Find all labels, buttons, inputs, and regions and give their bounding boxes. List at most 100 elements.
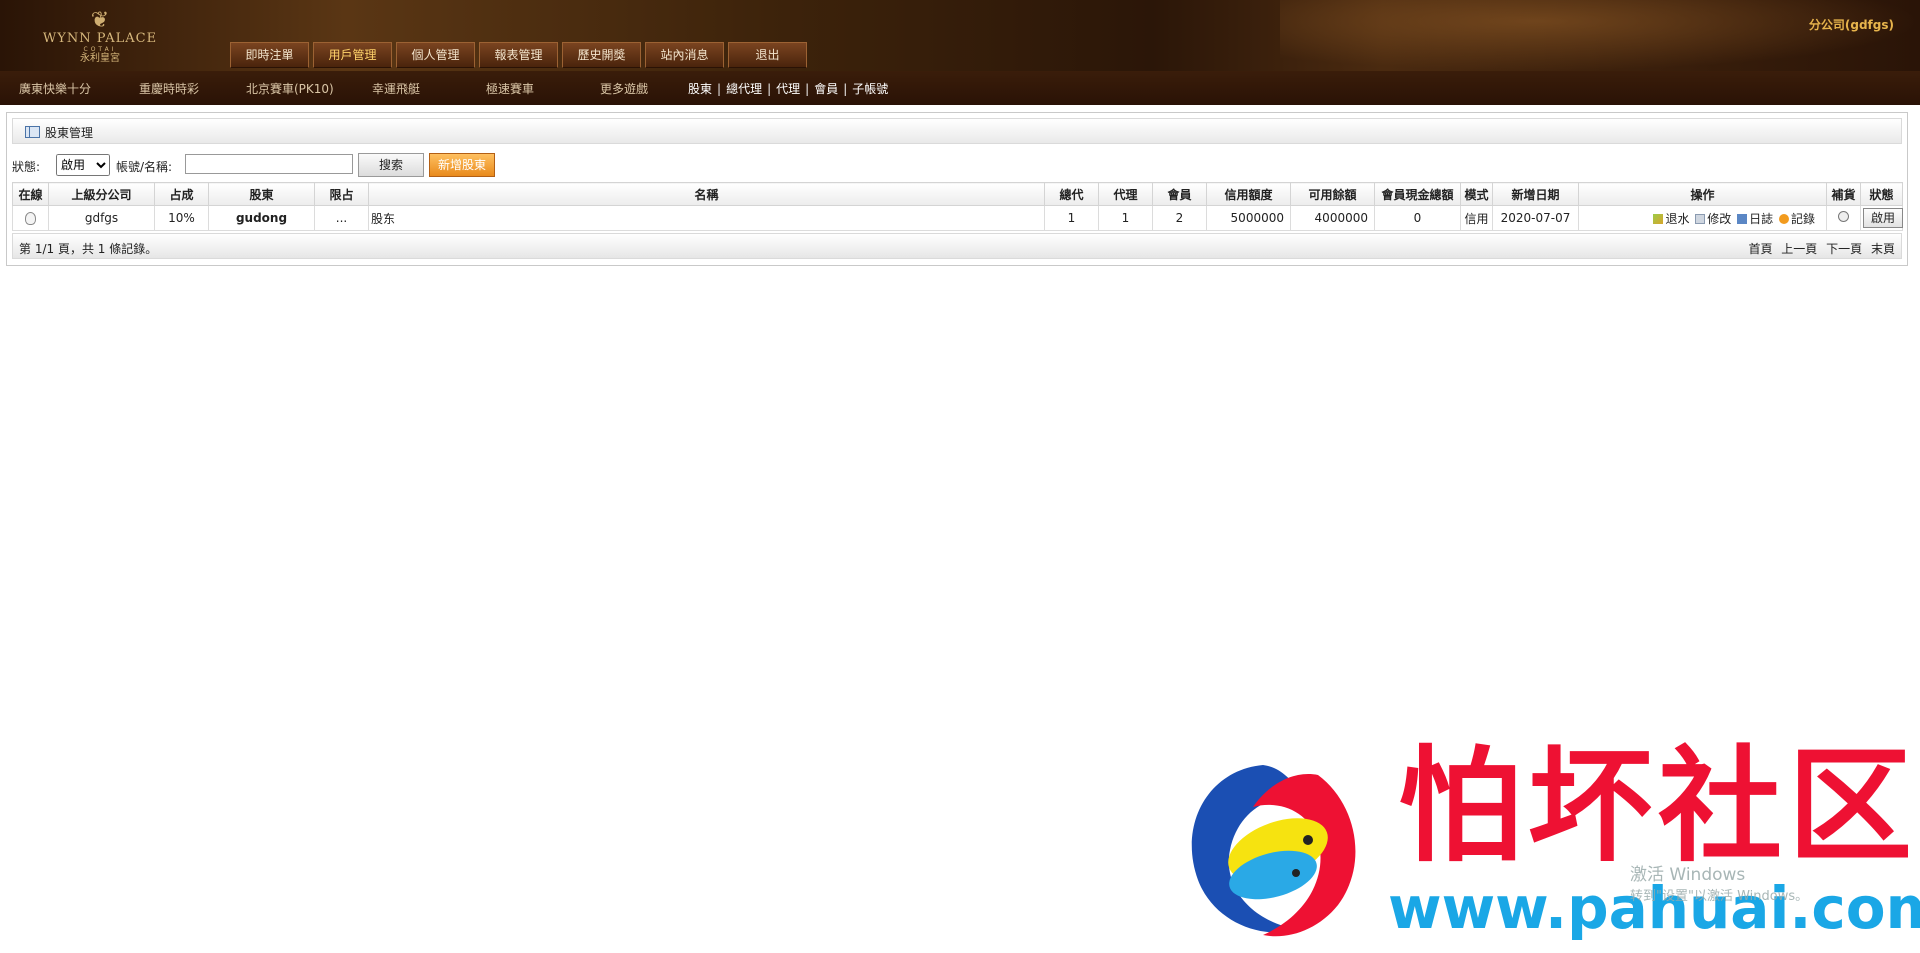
lightbulb-icon [25, 212, 36, 225]
company-label: 分公司(gdfgs) [1808, 18, 1894, 32]
record-label: 記錄 [1790, 211, 1815, 226]
fish-logo-icon [1191, 765, 1356, 937]
fill-cell [1826, 205, 1861, 231]
link-agent[interactable]: 代理 [776, 82, 800, 96]
col-name: 名稱 [368, 182, 1045, 206]
account-search-input[interactable] [185, 154, 353, 174]
limit-cell[interactable]: ... [314, 205, 369, 231]
account-label: 帳號/名稱: [116, 160, 173, 174]
last-page-link[interactable]: 末頁 [1871, 242, 1895, 256]
record-action[interactable]: 記錄 [1778, 211, 1815, 226]
separator: | [805, 82, 810, 96]
log-label: 日誌 [1749, 211, 1774, 226]
rebate-action[interactable]: 退水 [1653, 212, 1689, 226]
nav-logout[interactable]: 退出 [728, 42, 807, 68]
status-toggle-button[interactable]: 啟用 [1863, 208, 1903, 228]
col-members: 會員 [1152, 182, 1207, 206]
edit-icon [1695, 213, 1706, 224]
record-icon [1778, 213, 1789, 224]
top-nav: 即時注單 用戶管理 個人管理 報表管理 歷史開獎 站內消息 退出 [230, 42, 807, 68]
link-shareholder[interactable]: 股東 [688, 82, 712, 96]
col-agents: 代理 [1098, 182, 1153, 206]
pencil-icon [1653, 213, 1664, 224]
pagination-bar: 第 1/1 頁，共 1 條記錄。 首頁 上一頁 下一頁 末頁 [12, 233, 1902, 259]
available-cell: 4000000 [1290, 205, 1375, 231]
nav-live-bets[interactable]: 即時注單 [230, 42, 309, 68]
status-cell: 啟用 [1860, 205, 1903, 231]
table-header-row: 在線 上級分公司 占成 股東 限占 名稱 總代 代理 會員 信用額度 可用餘額 … [12, 182, 1903, 206]
edit-label: 修改 [1707, 211, 1732, 226]
link-sub-account[interactable]: 子帳號 [852, 82, 888, 96]
nav-user-management[interactable]: 用戶管理 [313, 42, 392, 68]
operations-cell: 退水 修改 日誌 記錄 [1578, 205, 1827, 231]
game-link-bj-pk10[interactable]: 北京賽車(PK10) [246, 80, 334, 97]
panel-title: 股東管理 [45, 126, 94, 140]
panel-title-bar: 股東管理 [12, 118, 1902, 144]
status-label: 狀態: [12, 160, 41, 174]
log-action[interactable]: 日誌 [1737, 212, 1773, 226]
logo-sub2: 永利皇宮 [80, 53, 120, 64]
game-link-lucky-airship[interactable]: 幸運飛艇 [372, 80, 420, 97]
col-parent-branch: 上級分公司 [48, 182, 155, 206]
agents-cell[interactable]: 1 [1098, 205, 1153, 231]
shareholder-table: 在線 上級分公司 占成 股東 限占 名稱 總代 代理 會員 信用額度 可用餘額 … [12, 182, 1903, 231]
logo-brand: WYNN PALACE [42, 31, 158, 46]
log-icon [1737, 213, 1748, 224]
col-online: 在線 [12, 182, 49, 206]
link-general-agent[interactable]: 總代理 [726, 82, 762, 96]
username-link[interactable]: gudong [208, 205, 315, 231]
col-fill: 補貨 [1826, 182, 1861, 206]
prev-page-link[interactable]: 上一頁 [1781, 242, 1817, 256]
nav-messages[interactable]: 站內消息 [645, 42, 724, 68]
col-available: 可用餘額 [1290, 182, 1375, 206]
game-link-more[interactable]: 更多遊戲 [600, 80, 648, 97]
user-type-links: 股東 | 總代理 | 代理 | 會員 | 子帳號 [688, 80, 888, 97]
nav-personal[interactable]: 個人管理 [396, 42, 475, 68]
header-shine [1280, 0, 1920, 71]
separator: | [843, 82, 848, 96]
separator: | [717, 82, 722, 96]
activate-line1: 激活 Windows [1630, 865, 1746, 885]
created-cell: 2020-07-07 [1492, 205, 1579, 231]
game-link-gd-happy10[interactable]: 廣東快樂十分 [19, 80, 91, 97]
link-member[interactable]: 會員 [814, 82, 838, 96]
members-cell[interactable]: 2 [1152, 205, 1207, 231]
mode-cell: 信用 [1460, 205, 1493, 231]
nav-history-draws[interactable]: 歷史開獎 [562, 42, 641, 68]
member-cash-cell: 0 [1374, 205, 1461, 231]
activate-line2: 转到"设置"以激活 Windows。 [1630, 889, 1809, 904]
game-link-speed-racing[interactable]: 極速賽車 [486, 80, 534, 97]
record-count: 第 1/1 頁，共 1 條記錄。 [19, 242, 158, 256]
windows-activation-notice: 激活 Windows 转到"设置"以激活 Windows。 [1630, 860, 1808, 904]
parent-cell: gdfgs [48, 205, 155, 231]
col-shareholder: 股東 [208, 182, 315, 206]
search-button[interactable]: 搜索 [358, 153, 424, 177]
col-general-agents: 總代 [1044, 182, 1099, 206]
header-bar: ❦ WYNN PALACE COTAI 永利皇宮 分公司(gdfgs) 即時注單… [0, 0, 1920, 71]
game-link-cq-ssc[interactable]: 重慶時時彩 [139, 80, 199, 97]
col-credit: 信用額度 [1206, 182, 1291, 206]
fill-icon[interactable] [1838, 211, 1849, 222]
general-agents-cell[interactable]: 1 [1044, 205, 1099, 231]
pager: 首頁 上一頁 下一頁 末頁 [1743, 240, 1895, 257]
filter-bar: 狀態: 啟用 帳號/名稱: 搜索 新增股東 [12, 153, 1902, 177]
table-icon [25, 126, 40, 138]
first-page-link[interactable]: 首頁 [1748, 242, 1772, 256]
game-subbar: 廣東快樂十分 重慶時時彩 北京賽車(PK10) 幸運飛艇 極速賽車 更多遊戲 股… [0, 71, 1920, 105]
col-limit: 限占 [314, 182, 369, 206]
col-share: 占成 [154, 182, 209, 206]
col-operations: 操作 [1578, 182, 1827, 206]
status-select[interactable]: 啟用 [56, 154, 110, 176]
separator: | [767, 82, 772, 96]
next-page-link[interactable]: 下一頁 [1826, 242, 1862, 256]
table-row: gdfgs 10% gudong ... 股东 1 1 2 5000000 40… [12, 205, 1903, 231]
edit-action[interactable]: 修改 [1695, 212, 1731, 226]
col-mode: 模式 [1460, 182, 1493, 206]
online-cell [12, 205, 49, 231]
add-shareholder-button[interactable]: 新增股東 [429, 153, 495, 177]
wynn-palace-logo[interactable]: ❦ WYNN PALACE COTAI 永利皇宮 [30, 10, 170, 68]
watermark-chinese: 怕坏社区 [1398, 735, 1919, 879]
credit-cell: 5000000 [1206, 205, 1291, 231]
shareholder-panel: 股東管理 狀態: 啟用 帳號/名稱: 搜索 新增股東 在線 上級分公司 占成 股… [6, 112, 1908, 266]
nav-reports[interactable]: 報表管理 [479, 42, 558, 68]
